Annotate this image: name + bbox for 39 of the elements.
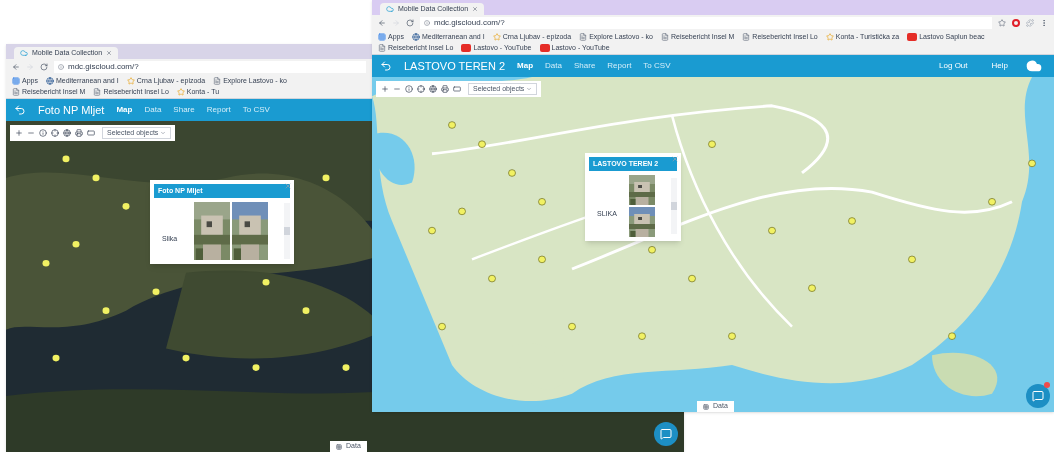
url-text: mdc.giscloud.com/?: [434, 16, 505, 29]
back-arrow-icon[interactable]: [380, 60, 392, 72]
menu-icon[interactable]: [1040, 18, 1048, 27]
close-icon[interactable]: [472, 6, 479, 12]
star-icon: [492, 32, 501, 41]
puzzle-icon[interactable]: [1026, 18, 1034, 27]
close-icon[interactable]: [106, 50, 113, 56]
page-icon: [742, 32, 751, 41]
project-title: Foto NP Mljet: [38, 102, 105, 118]
address-field[interactable]: mdc.giscloud.com/?: [54, 60, 366, 73]
star-icon: [825, 32, 834, 41]
page-icon: [12, 87, 20, 96]
back-icon[interactable]: [378, 18, 386, 27]
page-icon: [93, 87, 102, 96]
page-icon: [213, 76, 222, 85]
star-icon: [126, 76, 135, 85]
video-play-icon: [461, 43, 472, 52]
cloud-icon: [20, 49, 28, 57]
back-arrow-icon[interactable]: [14, 104, 26, 116]
page-icon: [378, 43, 386, 52]
video-play-icon: [907, 32, 918, 41]
globe-icon: [45, 76, 54, 85]
globe-icon: [411, 32, 420, 41]
video-play-icon: [539, 43, 550, 52]
star-icon: [176, 87, 185, 96]
project-title: LASTOVO TEREN 2: [404, 58, 506, 74]
page-icon: [579, 32, 588, 41]
back-icon[interactable]: [12, 62, 20, 71]
info-icon: [58, 63, 64, 70]
info-icon: [424, 19, 430, 26]
ring-icon[interactable]: [1012, 18, 1020, 27]
page-icon: [660, 32, 669, 41]
bookmark-star-icon[interactable]: [998, 18, 1006, 27]
address-field[interactable]: mdc.giscloud.com/?: [420, 16, 992, 29]
reload-icon[interactable]: [40, 62, 48, 71]
cloud-icon: [386, 5, 394, 13]
url-text: mdc.giscloud.com/?: [68, 60, 139, 73]
cloud-logo-icon[interactable]: [1026, 58, 1042, 74]
reload-icon[interactable]: [406, 18, 414, 27]
